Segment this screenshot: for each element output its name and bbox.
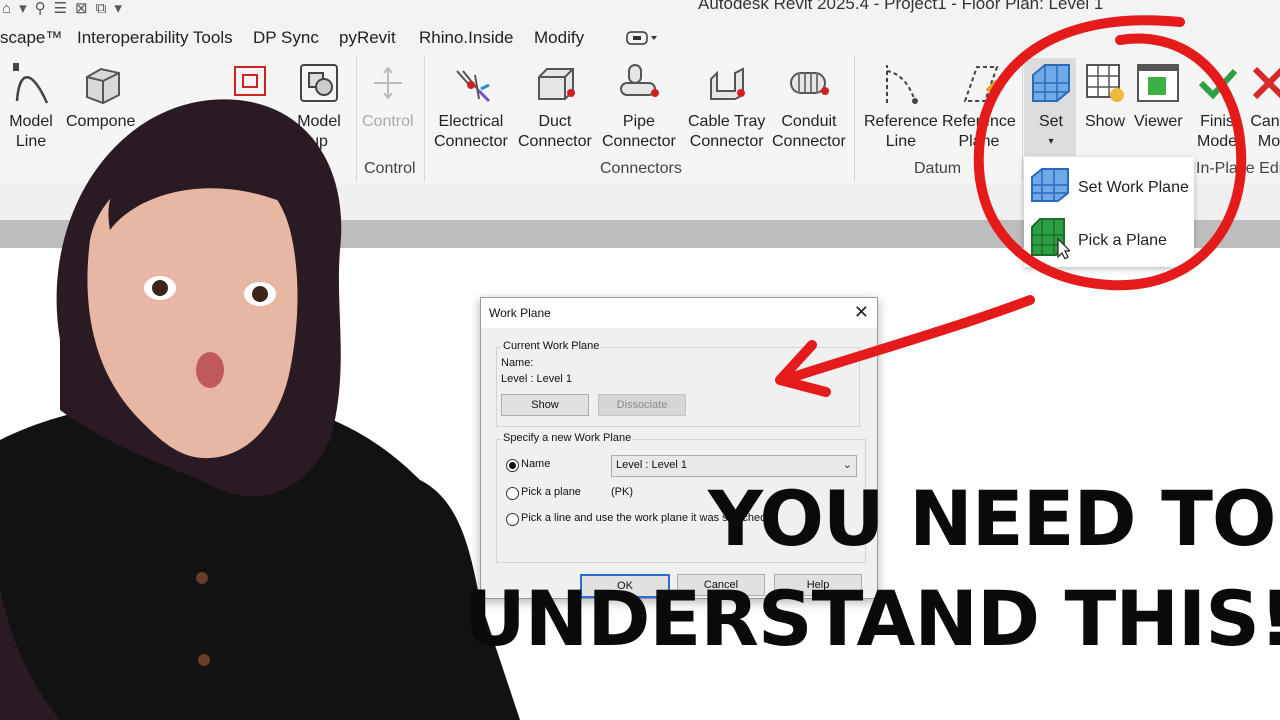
show-label: Show bbox=[1084, 113, 1126, 130]
viewer-button[interactable]: Viewer bbox=[1134, 60, 1183, 132]
cable-tray-connector-label-1: Cable Tray bbox=[688, 113, 766, 130]
show-work-plane-button[interactable]: Show bbox=[1082, 60, 1128, 132]
measure-icon[interactable]: ⚲ bbox=[35, 0, 46, 18]
panel-separator bbox=[854, 56, 855, 182]
headline-line-2: UNDERSTAND THIS! bbox=[464, 574, 1280, 663]
set-work-plane-menu-item[interactable]: Set Work Plane bbox=[1030, 165, 1189, 210]
pick-a-plane-menu-label: Pick a Plane bbox=[1078, 231, 1167, 249]
finish-model-button[interactable]: Finis Mode bbox=[1194, 60, 1240, 152]
customize-icon[interactable]: ▾ bbox=[114, 0, 122, 18]
checkmark-icon bbox=[1194, 60, 1240, 106]
reference-plane-label-2: Plane bbox=[958, 133, 1000, 150]
headline-line-1: YOU NEED TO bbox=[708, 474, 1277, 563]
contextual-tab-icon[interactable] bbox=[626, 30, 658, 51]
cancel-model-button[interactable]: Canc Mo bbox=[1246, 60, 1280, 152]
panel-separator bbox=[1022, 56, 1023, 182]
tab-interoperability-tools[interactable]: Interoperability Tools bbox=[77, 28, 233, 48]
cable-tray-connector-icon bbox=[704, 60, 750, 106]
reference-line-button[interactable]: Reference Line bbox=[864, 60, 938, 152]
pick-a-plane-menu-item[interactable]: Pick a Plane bbox=[1030, 217, 1167, 264]
reference-plane-label-1: Reference bbox=[942, 113, 1016, 130]
set-work-plane-button[interactable]: Set ▾ bbox=[1028, 60, 1074, 152]
ribbon-tabs: scape™ Interoperability Tools DP Sync py… bbox=[0, 22, 1280, 57]
show-work-plane-icon bbox=[1082, 60, 1128, 106]
quick-access-toolbar: ⌂ ▾ ⚲ ☰ ⊠ ⧉ ▾ bbox=[0, 0, 122, 18]
viewer-label: Viewer bbox=[1134, 113, 1183, 130]
finish-model-label-2: Mode bbox=[1196, 133, 1238, 150]
pipe-connector-icon bbox=[616, 60, 662, 106]
tab-modify[interactable]: Modify bbox=[534, 28, 584, 48]
work-plane-name-value: Level : Level 1 bbox=[616, 459, 687, 471]
cable-tray-connector-label-2: Connector bbox=[689, 133, 764, 150]
conduit-connector-label-2: Connector bbox=[772, 133, 846, 150]
viewer-icon bbox=[1135, 60, 1181, 106]
dropdown-icon[interactable]: ▾ bbox=[19, 0, 27, 18]
home-icon[interactable]: ⌂ bbox=[2, 0, 11, 18]
close-icon bbox=[1246, 60, 1280, 106]
dissociate-button[interactable]: Dissociate bbox=[598, 394, 686, 416]
reference-line-label-2: Line bbox=[885, 133, 917, 150]
reference-line-label-1: Reference bbox=[864, 113, 938, 130]
pick-plane-shortcut: (PK) bbox=[611, 486, 633, 498]
chevron-down-icon: ⌄ bbox=[842, 459, 852, 471]
connectors-panel-label: Connectors bbox=[600, 160, 682, 177]
conduit-connector-button[interactable]: Conduit Connector bbox=[772, 60, 846, 152]
set-work-plane-icon bbox=[1030, 165, 1070, 210]
set-work-plane-menu-label: Set Work Plane bbox=[1078, 178, 1189, 196]
window-title: Autodesk Revit 2025.4 - Project1 - Floor… bbox=[698, 0, 1104, 13]
cable-tray-connector-button[interactable]: Cable Tray Connector bbox=[688, 60, 765, 152]
pipe-connector-label-1: Pipe bbox=[622, 113, 655, 130]
cancel-model-label-2: Mo bbox=[1257, 133, 1280, 150]
conduit-connector-icon bbox=[786, 60, 832, 106]
close-icon[interactable]: ✕ bbox=[854, 302, 869, 323]
set-work-plane-icon bbox=[1028, 60, 1074, 106]
thin-lines-icon[interactable]: ☰ bbox=[54, 0, 67, 18]
set-dropdown-caret-icon[interactable]: ▾ bbox=[1048, 132, 1053, 152]
cancel-model-label-1: Canc bbox=[1250, 113, 1280, 130]
tab-rhino-inside[interactable]: Rhino.Inside bbox=[419, 28, 514, 48]
conduit-connector-label-1: Conduit bbox=[781, 113, 837, 130]
pipe-connector-button[interactable]: Pipe Connector bbox=[602, 60, 676, 152]
tab-landscape[interactable]: scape™ bbox=[0, 28, 62, 48]
switch-windows-icon[interactable]: ⧉ bbox=[96, 0, 107, 18]
reference-plane-icon bbox=[956, 60, 1002, 106]
tab-dp-sync[interactable]: DP Sync bbox=[253, 28, 319, 48]
finish-model-label-1: Finis bbox=[1200, 113, 1234, 130]
reference-line-icon bbox=[878, 60, 924, 106]
set-label: Set bbox=[1038, 113, 1063, 130]
close-hidden-icon[interactable]: ⊠ bbox=[75, 0, 88, 18]
title-bar: ⌂ ▾ ⚲ ☰ ⊠ ⧉ ▾ Autodesk Revit 2025.4 - Pr… bbox=[0, 0, 1280, 22]
pipe-connector-label-2: Connector bbox=[602, 133, 676, 150]
in-place-editor-panel-label: In-Place Edi bbox=[1196, 160, 1280, 177]
set-dropdown-menu: Set Work Plane Pick a Plane bbox=[1024, 157, 1194, 267]
pick-a-plane-icon bbox=[1030, 217, 1072, 264]
datum-panel-label: Datum bbox=[914, 160, 962, 177]
tab-pyrevit[interactable]: pyRevit bbox=[339, 28, 396, 48]
reference-plane-button[interactable]: Reference Plane bbox=[942, 60, 1016, 152]
